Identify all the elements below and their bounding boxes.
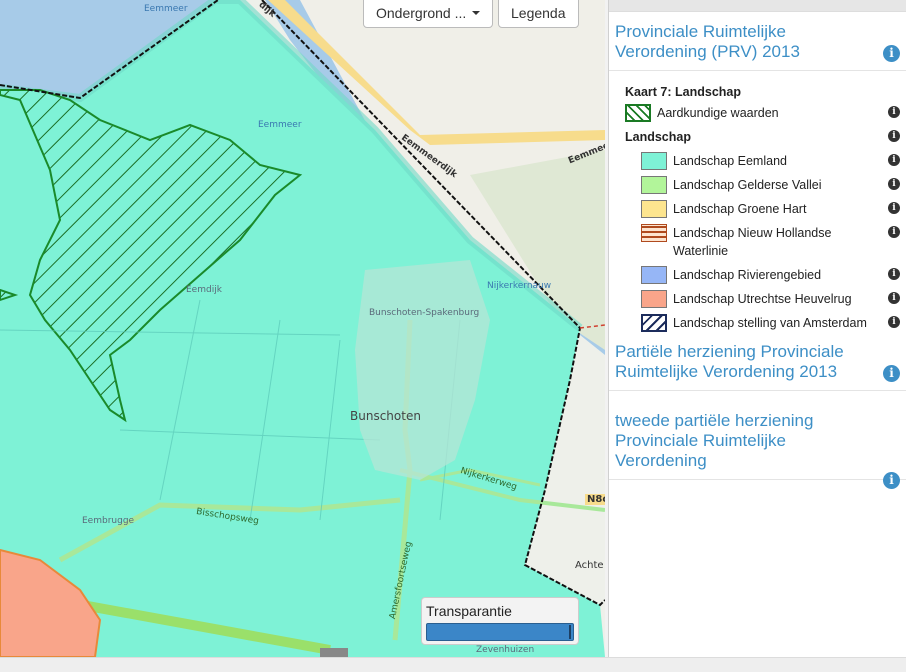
legend-item-utrechtse-heuvelrug: Landschap Utrechtse Heuvelrug i bbox=[625, 290, 900, 308]
legend-item-label: Landschap Rivierengebied bbox=[673, 268, 822, 282]
road-label-n8: N8o bbox=[585, 494, 605, 505]
legend-item-label: Landschap Utrechtse Heuvelrug bbox=[673, 292, 852, 306]
info-icon[interactable]: i bbox=[883, 45, 900, 62]
info-icon[interactable]: i bbox=[888, 178, 900, 190]
legend-item-aardkundig: Aardkundige waarden i bbox=[625, 104, 900, 122]
map-view[interactable]: Eemmeer Eemmeer Eemdijk Nijkerkernauw Bu… bbox=[0, 0, 605, 657]
legend-item-nieuw-hollandse-waterlinie: Landschap Nieuw Hollandse Waterlinie i bbox=[625, 224, 900, 260]
color-swatch-icon bbox=[641, 152, 667, 170]
info-icon[interactable]: i bbox=[888, 154, 900, 166]
hatch-swatch-icon bbox=[625, 104, 651, 122]
info-icon[interactable]: i bbox=[888, 226, 900, 238]
info-icon[interactable]: i bbox=[888, 316, 900, 328]
label-bunschoten-spakenburg: Bunschoten-Spakenburg bbox=[369, 308, 480, 318]
transparency-label: Transparantie bbox=[426, 603, 512, 619]
basemap-dropdown-button[interactable]: Ondergrond ... bbox=[363, 0, 494, 28]
label-nijkerkernauw: Nijkerkernauw bbox=[487, 281, 552, 291]
legend-panel: Provinciale Ruimtelijke Verordening (PRV… bbox=[608, 0, 906, 657]
section-prv-2013-title: Provinciale Ruimtelijke Verordening (PRV… bbox=[615, 22, 800, 61]
color-swatch-icon bbox=[641, 266, 667, 284]
legend-group-landschap: Landschap i bbox=[625, 128, 900, 146]
legend-item-label: Landschap Eemland bbox=[673, 154, 787, 168]
stripe-swatch-icon bbox=[641, 224, 667, 242]
color-swatch-icon bbox=[641, 290, 667, 308]
section-partiele-herziening-title: Partiële herziening Provinciale Ruimteli… bbox=[615, 342, 844, 381]
legend-item-label: Aardkundige waarden bbox=[657, 106, 779, 120]
info-icon[interactable]: i bbox=[883, 365, 900, 382]
color-swatch-icon bbox=[641, 176, 667, 194]
label-zevenhuizen: Zevenhuizen bbox=[476, 645, 535, 655]
legend-content: Kaart 7: Landschap Aardkundige waarden i… bbox=[609, 71, 906, 342]
info-icon[interactable]: i bbox=[888, 268, 900, 280]
color-swatch-icon bbox=[641, 200, 667, 218]
label-achte: Achte bbox=[575, 560, 604, 571]
legend-group-title: Landschap bbox=[625, 130, 691, 144]
label-bunschoten: Bunschoten bbox=[350, 409, 421, 423]
panel-top-bar bbox=[609, 0, 906, 12]
legend-item-label: Landschap Groene Hart bbox=[673, 202, 807, 216]
info-icon[interactable]: i bbox=[888, 130, 900, 142]
legend-item-gelderse-vallei: Landschap Gelderse Vallei i bbox=[625, 176, 900, 194]
transparency-control: Transparantie bbox=[421, 597, 579, 645]
info-icon[interactable]: i bbox=[888, 106, 900, 118]
info-icon[interactable]: i bbox=[888, 292, 900, 304]
label-eemmeer-mid: Eemmeer bbox=[258, 120, 302, 130]
section-tweede-partiele-herziening[interactable]: tweede partiële herziening Provinciale R… bbox=[609, 391, 906, 489]
legend-button[interactable]: Legenda bbox=[498, 0, 579, 28]
info-icon[interactable]: i bbox=[888, 202, 900, 214]
legend-item-label: Landschap stelling van Amsterdam bbox=[673, 316, 867, 330]
transparency-slider[interactable] bbox=[426, 623, 574, 641]
label-eemdijk: Eemdijk bbox=[186, 285, 222, 295]
label-eembrugge: Eembrugge bbox=[82, 516, 135, 526]
legend-item-groene-hart: Landschap Groene Hart i bbox=[625, 200, 900, 218]
legend-item-label: Landschap Gelderse Vallei bbox=[673, 178, 822, 192]
legend-item-label: Landschap Nieuw Hollandse Waterlinie bbox=[673, 226, 832, 258]
section-prv-2013[interactable]: Provinciale Ruimtelijke Verordening (PRV… bbox=[609, 12, 906, 71]
basemap-button-label: Ondergrond ... bbox=[376, 5, 467, 21]
section-partiele-herziening[interactable]: Partiële herziening Provinciale Ruimteli… bbox=[609, 342, 906, 391]
legend-item-eemland: Landschap Eemland i bbox=[625, 152, 900, 170]
hatch-swatch-icon bbox=[641, 314, 667, 332]
section-tweede-partiele-herziening-title: tweede partiële herziening Provinciale R… bbox=[615, 411, 814, 470]
legend-map-title: Kaart 7: Landschap bbox=[625, 85, 742, 99]
legend-item-stelling-van-amsterdam: Landschap stelling van Amsterdam i bbox=[625, 314, 900, 332]
legend-item-rivierengebied: Landschap Rivierengebied i bbox=[625, 266, 900, 284]
caret-down-icon bbox=[472, 11, 481, 15]
info-icon[interactable]: i bbox=[883, 472, 900, 489]
label-eemmeer-top: Eemmeer bbox=[144, 4, 188, 14]
legend-button-label: Legenda bbox=[511, 5, 566, 21]
bottom-strip bbox=[0, 657, 906, 672]
map-canvas bbox=[0, 0, 605, 657]
